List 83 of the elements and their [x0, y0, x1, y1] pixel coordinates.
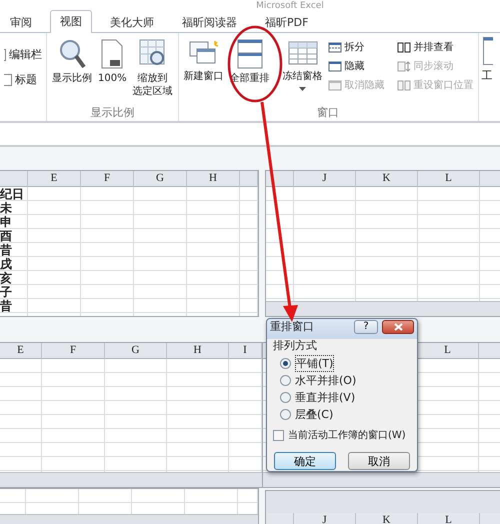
column-header[interactable]: [479, 343, 500, 359]
ribbon-tab[interactable]: 审阅: [0, 11, 42, 33]
table-cell: 纪日: [0, 187, 24, 201]
column-header[interactable]: J: [294, 171, 356, 187]
table-cell: 子: [0, 285, 12, 299]
grid-icon: [288, 39, 318, 67]
page-icon: [100, 39, 124, 69]
column-header[interactable]: F: [81, 171, 134, 187]
radio-button[interactable]: [280, 375, 291, 386]
group-label: 窗口: [316, 105, 340, 121]
reset-window-icon: [396, 78, 411, 92]
ribbon-button[interactable]: 拆分: [328, 40, 385, 54]
column-header[interactable]: L: [418, 513, 480, 524]
horizontal-scrollbar[interactable]: [263, 472, 500, 487]
checkbox[interactable]: [4, 74, 12, 86]
table-cell: 未: [0, 201, 12, 215]
column-header[interactable]: E: [28, 171, 81, 187]
ribbon-button[interactable]: 缩放到 选定区域: [132, 37, 174, 105]
checkbox-option[interactable]: 当前活动工作簿的窗口(W): [273, 424, 411, 442]
dialog-title: 重排窗口: [270, 319, 315, 334]
ribbon-button[interactable]: 工: [482, 68, 493, 83]
group-label: 排列方式: [273, 338, 318, 353]
ribbon-tab[interactable]: 福昕阅读器: [172, 11, 247, 33]
side-by-side-icon: [396, 40, 411, 54]
ribbon-button[interactable]: 显示比例: [51, 37, 93, 105]
checkbox-label: 编辑栏: [9, 47, 42, 62]
close-icon: [394, 322, 402, 330]
radio-button[interactable]: [280, 409, 291, 420]
help-button[interactable]: ?: [354, 320, 378, 334]
close-button[interactable]: [382, 320, 414, 334]
table-cell: 昔: [0, 243, 12, 257]
column-header[interactable]: E: [0, 343, 42, 359]
ribbon-button[interactable]: 冻结窗格: [282, 37, 324, 105]
magnifier-icon: [58, 39, 86, 69]
column-header[interactable]: [480, 171, 500, 187]
sync-scroll-icon: [396, 60, 411, 72]
window-icon: [482, 37, 493, 65]
column-header[interactable]: F: [42, 343, 105, 359]
column-header[interactable]: [240, 171, 258, 187]
column-header[interactable]: L: [418, 171, 480, 187]
ribbon-tab[interactable]: 美化大师: [100, 11, 164, 33]
checkbox-label: 标题: [15, 72, 37, 87]
table-cell: 戌: [0, 257, 12, 271]
table-cell: 昔: [0, 299, 12, 313]
checkbox[interactable]: [273, 430, 284, 440]
hide-window-icon: [328, 60, 342, 72]
column-header[interactable]: G: [105, 343, 167, 359]
ribbon-button[interactable]: 隐藏: [328, 59, 385, 73]
radio-option[interactable]: 层叠(C): [273, 407, 411, 422]
ribbon-button[interactable]: 100%: [97, 37, 128, 105]
table-cell: 申: [0, 215, 12, 229]
radio-option[interactable]: 垂直并排(V): [273, 390, 411, 405]
ribbon-button[interactable]: 并排查看: [396, 40, 474, 54]
radio-option[interactable]: 水平并排(O): [273, 373, 411, 388]
dialog-button[interactable]: 取消: [348, 452, 410, 470]
radio-button[interactable]: [280, 392, 291, 403]
dialog-button[interactable]: 确定: [274, 452, 336, 470]
column-header[interactable]: J: [294, 513, 356, 524]
column-header[interactable]: H: [187, 171, 240, 187]
table-cell: 酉: [0, 229, 12, 243]
radio-option[interactable]: 平铺(T): [273, 356, 411, 371]
formula-bar[interactable]: [0, 123, 500, 147]
table-cell: 亥: [0, 271, 12, 285]
horizontal-scrollbar[interactable]: [266, 301, 500, 316]
column-header[interactable]: L: [417, 343, 479, 359]
column-header[interactable]: K: [356, 171, 418, 187]
column-header[interactable]: G: [134, 171, 187, 187]
column-header[interactable]: I: [229, 343, 262, 359]
group-label: 显示比例: [89, 105, 136, 121]
ribbon-tab[interactable]: 福昕PDF: [255, 11, 318, 33]
grid-column: [79, 489, 132, 514]
window-title: Microsoft Excel: [256, 0, 324, 12]
column-header[interactable]: [0, 171, 28, 187]
split-window-icon: [328, 40, 342, 54]
arrange-windows-icon: [236, 39, 263, 69]
column-header[interactable]: K: [356, 513, 418, 524]
horizontal-scrollbar[interactable]: [0, 472, 262, 487]
radio-button[interactable]: [280, 358, 291, 369]
grid-column: [132, 489, 185, 514]
column-header[interactable]: H: [167, 343, 229, 359]
unhide-window-icon: [328, 78, 342, 92]
ribbon-button[interactable]: 新建窗口: [182, 37, 225, 105]
ribbon-tab[interactable]: 视图: [50, 10, 92, 33]
